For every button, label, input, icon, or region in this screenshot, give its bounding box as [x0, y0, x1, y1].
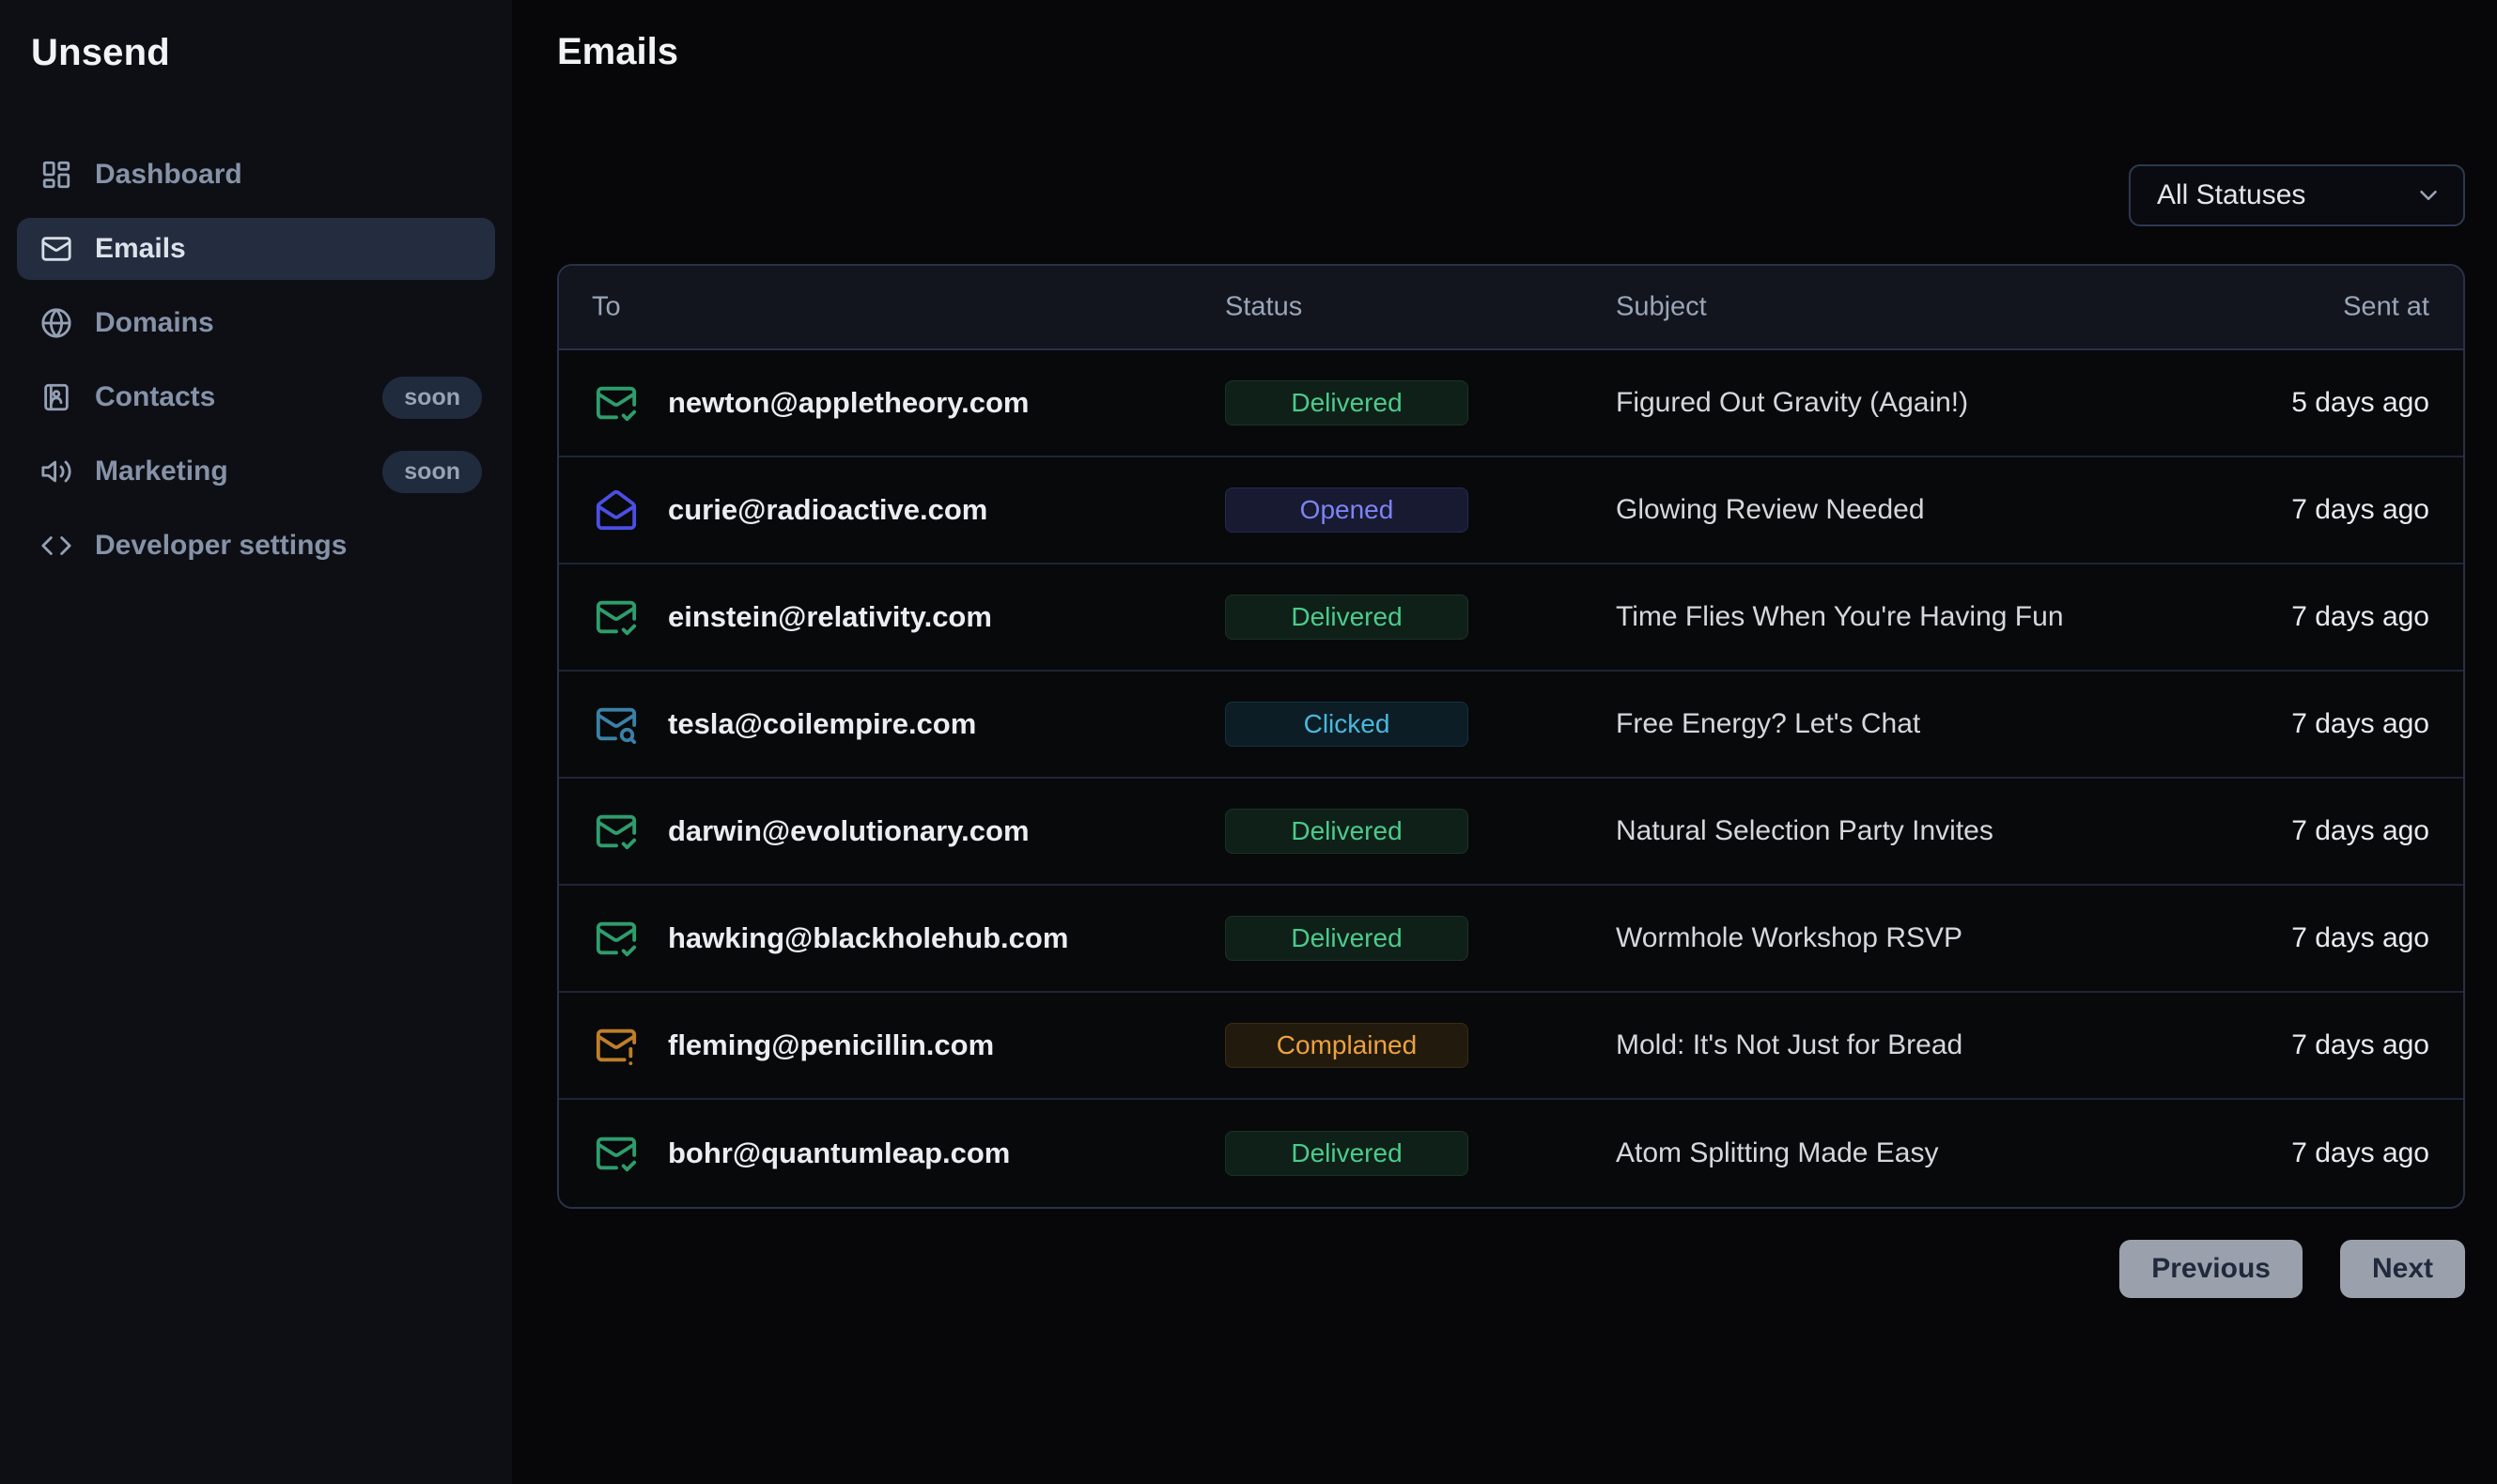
sidebar-item-label: Domains	[95, 307, 214, 339]
email-to: fleming@penicillin.com	[668, 1028, 994, 1062]
email-subject: Figured Out Gravity (Again!)	[1616, 387, 1968, 419]
sidebar-item-marketing[interactable]: Marketing soon	[17, 441, 495, 502]
email-subject: Time Flies When You're Having Fun	[1616, 601, 2064, 633]
mail-check-icon	[595, 810, 638, 853]
mail-open-icon	[595, 488, 638, 532]
column-header-sent-at: Sent at	[2343, 292, 2429, 323]
sidebar: Unsend Dashboard Emails Domains Contacts…	[0, 0, 512, 1484]
status-badge: Delivered	[1225, 916, 1468, 961]
mail-check-icon	[595, 917, 638, 960]
status-badge: Complained	[1225, 1023, 1468, 1068]
table-row[interactable]: hawking@blackholehub.com Delivered Wormh…	[559, 886, 2463, 993]
soon-badge: soon	[382, 377, 482, 419]
email-to: tesla@coilempire.com	[668, 707, 976, 741]
email-sent-at: 7 days ago	[2291, 601, 2429, 633]
sidebar-item-label: Emails	[95, 233, 186, 265]
app-logo: Unsend	[31, 32, 495, 74]
email-sent-at: 7 days ago	[2291, 1029, 2429, 1061]
mail-check-icon	[595, 595, 638, 639]
email-subject: Free Energy? Let's Chat	[1616, 708, 1920, 740]
status-filter-value: All Statuses	[2157, 179, 2305, 211]
email-to: curie@radioactive.com	[668, 493, 987, 527]
sidebar-item-label: Dashboard	[95, 159, 242, 191]
status-badge: Delivered	[1225, 809, 1468, 854]
sidebar-item-label: Marketing	[95, 456, 228, 487]
email-sent-at: 7 days ago	[2291, 494, 2429, 526]
table-row[interactable]: newton@appletheory.com Delivered Figured…	[559, 350, 2463, 457]
table-header: To Status Subject Sent at	[559, 266, 2463, 350]
email-to: newton@appletheory.com	[668, 386, 1029, 420]
column-header-subject: Subject	[1616, 292, 1707, 323]
status-badge: Clicked	[1225, 702, 1468, 747]
email-to: darwin@evolutionary.com	[668, 814, 1030, 848]
sidebar-item-label: Contacts	[95, 381, 215, 413]
sidebar-nav: Dashboard Emails Domains Contacts soon M…	[17, 144, 495, 577]
email-to: bohr@quantumleap.com	[668, 1136, 1010, 1170]
email-sent-at: 7 days ago	[2291, 1137, 2429, 1169]
status-badge: Opened	[1225, 487, 1468, 533]
email-sent-at: 7 days ago	[2291, 922, 2429, 954]
next-button[interactable]: Next	[2340, 1240, 2465, 1298]
chevron-down-icon	[2414, 181, 2443, 209]
mail-check-icon	[595, 381, 638, 425]
sidebar-item-domains[interactable]: Domains	[17, 292, 495, 354]
speaker-icon	[40, 456, 72, 487]
status-filter-dropdown[interactable]: All Statuses	[2129, 164, 2465, 226]
email-subject: Atom Splitting Made Easy	[1616, 1137, 1939, 1169]
email-subject: Mold: It's Not Just for Bread	[1616, 1029, 1962, 1061]
mail-search-icon	[595, 703, 638, 746]
soon-badge: soon	[382, 451, 482, 493]
sidebar-item-dashboard[interactable]: Dashboard	[17, 144, 495, 206]
table-row[interactable]: einstein@relativity.com Delivered Time F…	[559, 564, 2463, 672]
email-to: einstein@relativity.com	[668, 600, 992, 634]
email-sent-at: 7 days ago	[2291, 708, 2429, 740]
email-sent-at: 5 days ago	[2291, 387, 2429, 419]
globe-icon	[40, 307, 72, 339]
pagination: Previous Next	[2119, 1240, 2465, 1298]
sidebar-item-label: Developer settings	[95, 530, 347, 562]
contacts-icon	[40, 381, 72, 413]
mail-check-icon	[595, 1132, 638, 1175]
table-row[interactable]: darwin@evolutionary.com Delivered Natura…	[559, 779, 2463, 886]
column-header-status: Status	[1225, 292, 1302, 323]
email-subject: Natural Selection Party Invites	[1616, 815, 1993, 847]
main-content: Emails All Statuses To Status Subject Se…	[512, 0, 2497, 1484]
page-title: Emails	[557, 31, 678, 73]
status-badge: Delivered	[1225, 380, 1468, 425]
email-to: hawking@blackholehub.com	[668, 921, 1068, 955]
status-badge: Delivered	[1225, 595, 1468, 640]
email-sent-at: 7 days ago	[2291, 815, 2429, 847]
table-row[interactable]: tesla@coilempire.com Clicked Free Energy…	[559, 672, 2463, 779]
sidebar-item-developer-settings[interactable]: Developer settings	[17, 515, 495, 577]
previous-button[interactable]: Previous	[2119, 1240, 2303, 1298]
mail-warning-icon	[595, 1024, 638, 1067]
table-row[interactable]: fleming@penicillin.com Complained Mold: …	[559, 993, 2463, 1100]
sidebar-item-emails[interactable]: Emails	[17, 218, 495, 280]
sidebar-item-contacts[interactable]: Contacts soon	[17, 366, 495, 428]
column-header-to: To	[592, 292, 621, 323]
table-row[interactable]: bohr@quantumleap.com Delivered Atom Spli…	[559, 1100, 2463, 1207]
email-subject: Glowing Review Needed	[1616, 494, 1925, 526]
mail-icon	[40, 233, 72, 265]
email-subject: Wormhole Workshop RSVP	[1616, 922, 1962, 954]
code-icon	[40, 530, 72, 562]
emails-table: To Status Subject Sent at newton@appleth…	[557, 264, 2465, 1209]
dashboard-icon	[40, 159, 72, 191]
status-badge: Delivered	[1225, 1131, 1468, 1176]
table-row[interactable]: curie@radioactive.com Opened Glowing Rev…	[559, 457, 2463, 564]
